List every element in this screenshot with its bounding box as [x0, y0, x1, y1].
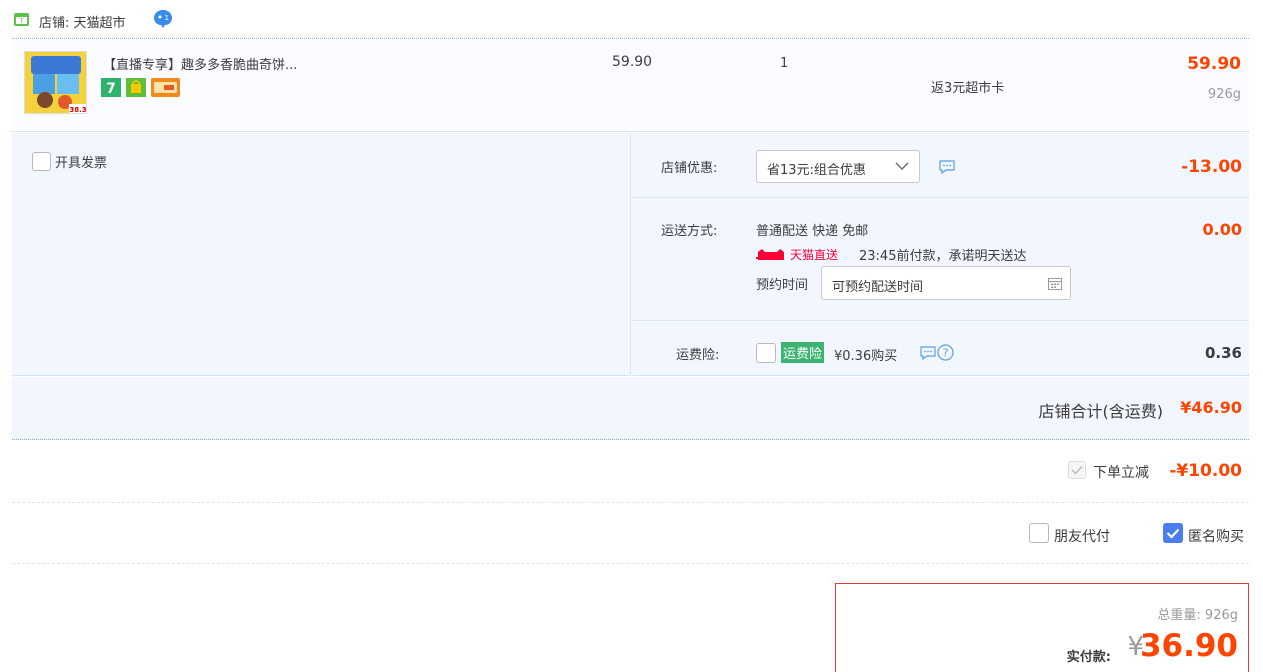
actual-payment-amount: 36.90 — [1139, 628, 1238, 664]
schedule-placeholder: 可预约配送时间 — [832, 280, 924, 295]
shipping-amount: 0.00 — [1202, 220, 1242, 239]
thumb-price-tag: 38.3 — [69, 106, 86, 114]
rebate-text: 返3元超市卡 — [931, 81, 1005, 96]
friend-pay-label[interactable]: 朋友代付 — [1054, 526, 1110, 546]
seven-day-return-icon[interactable]: 7 — [101, 78, 121, 97]
invoice-checkbox[interactable] — [32, 152, 51, 171]
shop-discount-label: 店铺优惠: — [661, 161, 718, 176]
shop-total-row: 店铺合计(含运费) ¥46.90 — [12, 377, 1249, 440]
order-discount-checkbox[interactable] — [1068, 461, 1086, 479]
shop-total-amount: ¥46.90 — [1180, 398, 1242, 417]
chat-bubble-icon[interactable] — [919, 346, 937, 360]
payment-options-row: 朋友代付 匿名购买 — [12, 504, 1249, 564]
tmall-direct-text: 天猫直送 — [790, 248, 839, 262]
chevron-down-icon — [895, 162, 909, 170]
tmall-cat-icon — [756, 249, 784, 260]
shipping-method: 普通配送 快递 免邮 — [756, 224, 869, 239]
insurance-amount: 0.36 — [1204, 344, 1242, 362]
help-question-icon[interactable]: ? — [937, 344, 954, 361]
cookie-package-image: 38.3 — [25, 52, 86, 114]
actual-payment-label: 实付款: — [1066, 650, 1111, 665]
delivery-promise: 23:45前付款，承诺明天送达 — [859, 249, 1027, 264]
shop-total-label: 店铺合计(含运费) — [1038, 402, 1164, 421]
shop-discount-selected: 省13元:组合优惠 — [767, 163, 866, 178]
wangwang-count: 1 — [165, 14, 169, 22]
schedule-label: 预约时间 — [756, 278, 809, 293]
wangwang-chat-icon[interactable]: 1 — [152, 9, 174, 29]
svg-text:T: T — [19, 18, 24, 25]
gift-bag-icon[interactable] — [126, 78, 146, 97]
item-subtotal: 59.90 — [1187, 54, 1241, 74]
tmall-direct-badge: 天猫直送 — [756, 246, 848, 264]
shipping-label: 运送方式: — [661, 224, 718, 239]
unit-price: 59.90 — [612, 54, 653, 70]
item-quantity: 1 — [780, 56, 789, 71]
check-icon — [1166, 528, 1180, 539]
seven-day-text: 7 — [106, 81, 116, 97]
order-discount-amount: -¥10.00 — [1169, 461, 1242, 481]
anonymous-checkbox[interactable] — [1163, 523, 1183, 543]
insurance-label: 运费险: — [676, 348, 720, 363]
item-weight: 926g — [1207, 87, 1241, 102]
insurance-checkbox[interactable] — [756, 343, 776, 363]
schedule-time-input[interactable]: 可预约配送时间 — [821, 266, 1071, 300]
insurance-price: ¥0.36购买 — [834, 349, 898, 364]
shop-discount-amount: -13.00 — [1181, 157, 1242, 177]
separator — [631, 320, 1249, 321]
insurance-tag: 运费险 — [781, 342, 825, 363]
check-icon — [1071, 465, 1083, 475]
shop-discount-select[interactable]: 省13元:组合优惠 — [756, 150, 920, 183]
panel-divider — [630, 133, 631, 376]
total-weight: 总重量: 926g — [1157, 608, 1238, 623]
product-thumbnail[interactable]: 38.3 — [24, 51, 87, 114]
order-item-row: 38.3 【直播专享】趣多多香脆曲奇饼... 7 59.90 1 返3元超市卡 … — [12, 40, 1249, 132]
order-discount-row: 下单立减 -¥10.00 — [12, 441, 1249, 503]
order-discount-label: 下单立减 — [1093, 465, 1149, 481]
order-options-panel: 开具发票 店铺优惠: 省13元:组合优惠 -13.00 运送方式: 普通配送 快… — [12, 133, 1249, 376]
tmall-shop-icon: T — [14, 13, 29, 26]
separator — [631, 197, 1249, 198]
anonymous-label[interactable]: 匿名购买 — [1188, 526, 1244, 546]
supermarket-card-icon[interactable] — [151, 78, 180, 97]
friend-pay-checkbox[interactable] — [1029, 523, 1049, 543]
final-payment-box: 总重量: 926g 实付款: ¥ 36.90 — [835, 583, 1249, 672]
svg-text:?: ? — [943, 347, 949, 360]
item-title[interactable]: 【直播专享】趣多多香脆曲奇饼... — [103, 54, 297, 73]
shop-header: T 店铺: 天猫超市 1 — [12, 0, 1249, 39]
chat-bubble-icon[interactable] — [938, 160, 956, 174]
shop-name[interactable]: 店铺: 天猫超市 — [39, 12, 126, 31]
calendar-icon — [1048, 278, 1062, 290]
invoice-label[interactable]: 开具发票 — [55, 152, 107, 171]
